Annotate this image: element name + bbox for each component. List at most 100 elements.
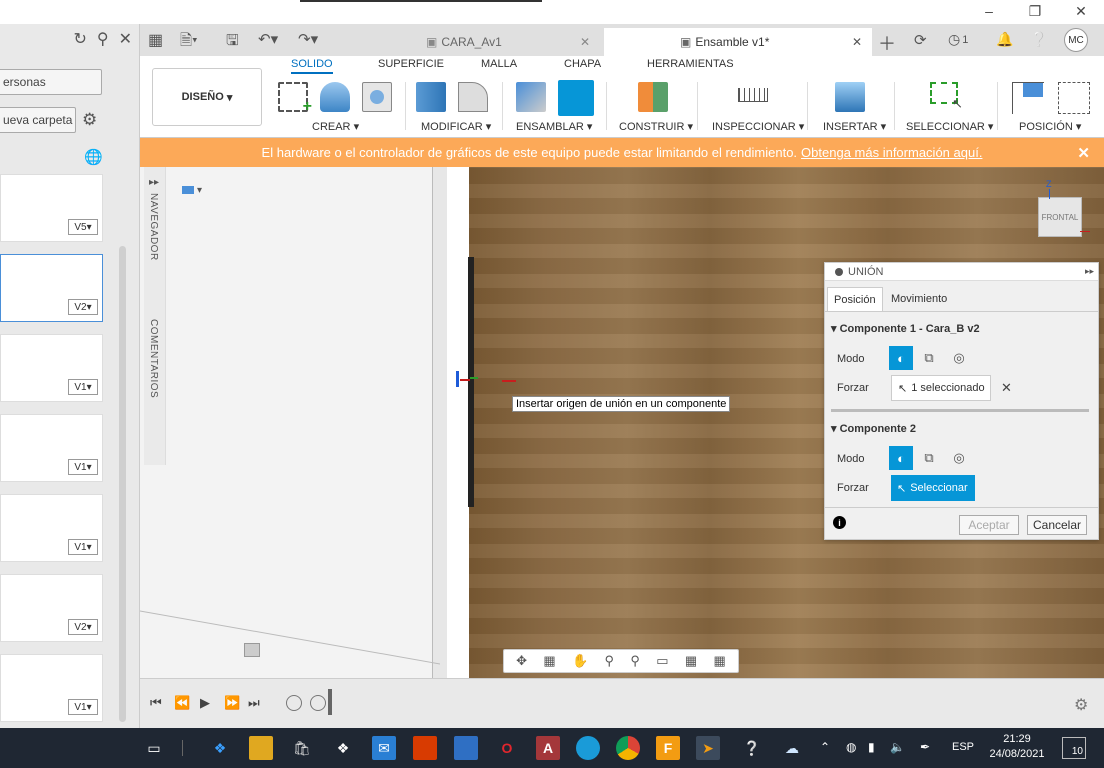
workspace-design-menu[interactable]: DISEÑO ▾ (152, 68, 262, 126)
language-indicator[interactable]: ESP (952, 741, 974, 753)
edge-icon[interactable] (576, 736, 600, 760)
fusion-360-icon[interactable]: ➤ (696, 736, 720, 760)
task-view-icon[interactable]: ▭ (142, 736, 166, 760)
select-button[interactable]: ↖ Seleccionar (891, 475, 975, 501)
force-selection-field[interactable]: ↖ 1 seleccionado (891, 375, 991, 401)
go-to-start-icon[interactable]: ⏮ (150, 695, 162, 711)
group-crear[interactable]: CREAR ▾ (312, 120, 359, 133)
between-mode-icon[interactable]: ⧉ (917, 346, 941, 370)
network-icon[interactable]: ◍ (846, 740, 856, 754)
expand-icon[interactable]: ▸▸ (149, 177, 159, 188)
tab-movimiento[interactable]: Movimiento (885, 287, 953, 311)
group-inspeccionar[interactable]: INSPECCIONAR ▾ (712, 120, 804, 133)
fit-icon[interactable]: ⚲ (630, 653, 640, 669)
tab-chapa[interactable]: CHAPA (564, 58, 601, 70)
file-card[interactable]: V1 ▾ (0, 494, 103, 562)
file-card[interactable]: V1 ▾ (0, 334, 103, 402)
group-ensamblar[interactable]: ENSAMBLAR ▾ (516, 120, 592, 133)
group-insertar[interactable]: INSERTAR ▾ (823, 120, 886, 133)
file-explorer-icon[interactable] (249, 736, 273, 760)
union-dialog-header[interactable]: UNIÓN ▸▸ (825, 263, 1098, 281)
collapse-icon[interactable] (835, 267, 843, 276)
look-at-icon[interactable]: ▦ (543, 653, 555, 669)
component-2-header[interactable]: ▾ Componente 2 (831, 422, 916, 435)
pdf-icon[interactable] (454, 736, 478, 760)
comments-label[interactable]: COMENTARIOS (148, 319, 159, 398)
info-icon[interactable]: i (833, 516, 846, 529)
office-icon[interactable] (413, 736, 437, 760)
mail-icon[interactable]: ✉ (372, 736, 396, 760)
component-1-header[interactable]: ▾ Componente 1 - Cara_B v2 (831, 322, 980, 335)
notifications-icon[interactable]: 🔔 (996, 31, 1013, 48)
version-badge[interactable]: V1 ▾ (68, 699, 98, 715)
cancel-button[interactable]: Cancelar (1027, 515, 1087, 535)
insert-image-icon[interactable] (835, 82, 865, 112)
file-card[interactable]: V5 ▾ (0, 174, 103, 242)
timeline-marker[interactable] (328, 689, 332, 715)
undo-icon[interactable]: ↶▾ (258, 30, 278, 48)
apps-grid-icon[interactable]: ▦ (148, 30, 163, 50)
navigator-sidebar[interactable]: ▸▸ NAVEGADOR COMENTARIOS (144, 167, 166, 465)
notification-center-icon[interactable]: 10 (1062, 737, 1086, 759)
orbit-icon[interactable]: ✥ (516, 653, 527, 669)
between-mode-icon[interactable]: ⧉ (917, 446, 941, 470)
view-cube[interactable]: FRONTAL (1038, 197, 1082, 237)
timeline-feature-icon[interactable] (310, 695, 326, 711)
search-icon[interactable]: ⚲ (97, 29, 109, 49)
expand-dialog-icon[interactable]: ▸▸ (1085, 266, 1094, 277)
version-badge[interactable]: V1 ▾ (68, 379, 98, 395)
refresh-icon[interactable]: ↻ (73, 29, 86, 49)
display-mode-icon[interactable]: ▭ (656, 653, 668, 669)
timeline-feature-icon[interactable] (286, 695, 302, 711)
pen-icon[interactable]: ✒ (920, 740, 930, 754)
close-banner-icon[interactable]: ✕ (1077, 144, 1090, 162)
snap-mode-icon[interactable]: ◐ (889, 446, 913, 470)
tab-malla[interactable]: MALLA (481, 58, 517, 70)
go-to-end-icon[interactable]: ⏭ (248, 695, 260, 711)
dropbox-icon[interactable]: ❖ (331, 736, 355, 760)
clock[interactable]: 21:29 24/08/2021 (986, 732, 1048, 762)
revert-position-icon[interactable] (1058, 82, 1090, 114)
group-modificar[interactable]: MODIFICAR ▾ (421, 120, 491, 133)
new-tab-icon[interactable]: ＋ (878, 30, 896, 56)
clear-selection-icon[interactable]: ✕ (1001, 380, 1012, 396)
maximize-button[interactable]: ❐ (1012, 0, 1058, 22)
tab-solido[interactable]: SOLIDO (291, 58, 333, 74)
create-sketch-icon[interactable]: + (278, 82, 312, 115)
navigator-label[interactable]: NAVEGADOR (148, 193, 159, 261)
version-badge[interactable]: V2 ▾ (68, 619, 98, 635)
tab-herramientas[interactable]: HERRAMIENTAS (647, 58, 734, 70)
show-hidden-icons[interactable]: ⌃ (820, 740, 830, 754)
file-card[interactable]: V1 ▾ (0, 414, 103, 482)
help-icon[interactable]: ❔ (1030, 31, 1047, 48)
capture-position-icon[interactable] (1012, 82, 1044, 114)
new-folder-button[interactable]: ueva carpeta (0, 107, 76, 133)
close-window-button[interactable]: ✕ (1058, 0, 1104, 22)
step-back-icon[interactable]: ⏪ (174, 695, 190, 711)
tab-superficie[interactable]: SUPERFICIE (378, 58, 444, 70)
offset-plane-icon[interactable] (638, 82, 668, 112)
extensions-icon[interactable]: ⟳ (914, 31, 927, 49)
press-pull-icon[interactable] (416, 82, 446, 112)
gear-icon[interactable]: ⚙ (82, 110, 97, 130)
people-button[interactable]: ersonas (0, 69, 102, 95)
group-posicion[interactable]: POSICIÓN ▾ (1019, 120, 1081, 133)
help-tray-icon[interactable]: ❔ (740, 736, 764, 760)
display-settings-icon[interactable]: ▾ (182, 183, 212, 197)
close-tab-icon[interactable]: ✕ (852, 35, 862, 49)
new-component-icon[interactable] (516, 82, 546, 112)
version-badge[interactable]: V1 ▾ (68, 459, 98, 475)
accept-button[interactable]: Aceptar (959, 515, 1019, 535)
close-icon[interactable]: ✕ (119, 29, 132, 49)
group-construir[interactable]: CONSTRUIR ▾ (619, 120, 693, 133)
version-badge[interactable]: V2 ▾ (68, 299, 98, 315)
fillet-icon[interactable] (458, 82, 488, 112)
grid-icon[interactable]: ▦ (685, 653, 697, 669)
job-status-icon[interactable]: ◷ 1 (948, 31, 968, 48)
onedrive-icon[interactable]: ☁ (780, 736, 804, 760)
store-icon[interactable]: 🛍 (290, 736, 314, 760)
volume-icon[interactable]: 🔈 (890, 740, 905, 754)
snap-mode-icon[interactable]: ◐ (889, 346, 913, 370)
zoom-icon[interactable]: ⚲ (605, 653, 615, 669)
visual-studio-icon[interactable]: ❖ (208, 736, 232, 760)
